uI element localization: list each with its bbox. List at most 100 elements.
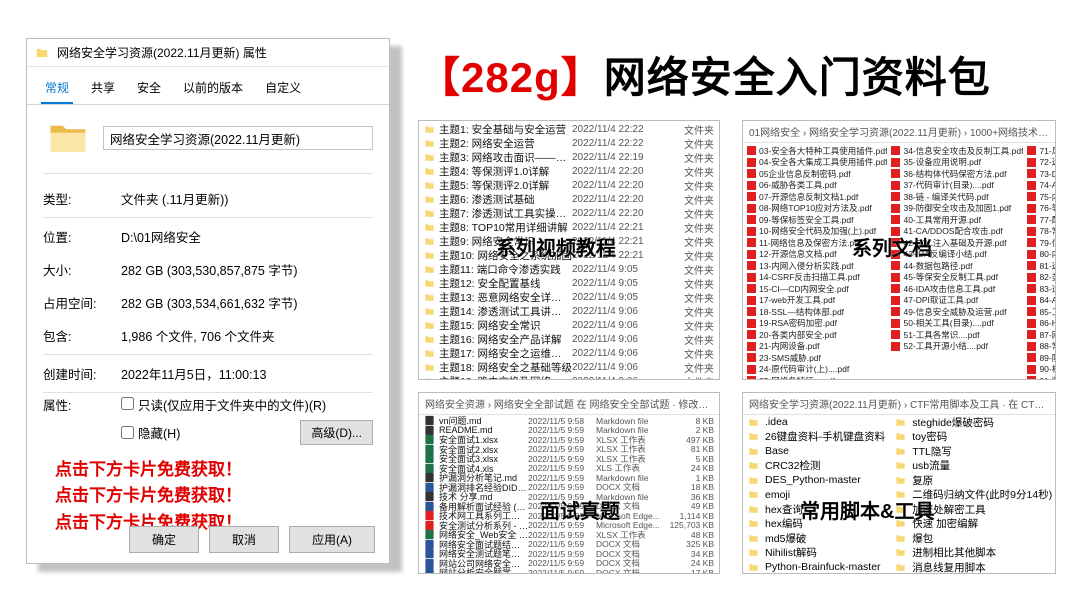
list-item[interactable]: 87-网络信息设备及SQL注入.pdf (1027, 329, 1056, 341)
list-item[interactable]: 71-风险反映 (一).pdf (1027, 145, 1056, 157)
list-item[interactable]: Base (743, 444, 890, 459)
list-item[interactable]: 20-各类内部安全.pdf (747, 329, 887, 341)
list-item[interactable]: emoji (743, 488, 890, 503)
list-item[interactable]: 82-类代码(二).pdf (1027, 272, 1056, 284)
list-item[interactable]: 26键盘资料-手机键盘资料 (743, 430, 890, 445)
list-item[interactable]: 主题17: 网络安全之运维与升级2022/11/4 9:06文件夹 (419, 346, 719, 360)
tab-general[interactable]: 常规 (41, 75, 73, 104)
list-item[interactable]: 35-设备应用说明.pdf (891, 157, 1023, 169)
list-item[interactable]: Python-Brainfuck-master (743, 560, 890, 574)
list-item[interactable]: 主题18: 网络安全之基础等级2022/11/4 9:06文件夹 (419, 360, 719, 374)
list-item[interactable]: Nihilist解码 (743, 546, 890, 561)
list-item[interactable]: usb流量 (890, 459, 1056, 474)
folder-name-input[interactable] (103, 126, 373, 150)
list-item[interactable]: 14-CSRF反击扫描工具.pdf (747, 272, 887, 284)
list-item[interactable]: 25-网络各特征....pdf (747, 375, 887, 380)
list-item[interactable]: 爆包 (890, 531, 1056, 546)
cancel-button[interactable]: 取消 (209, 526, 279, 553)
list-item[interactable]: 主题11: 端口命令渗透实践2022/11/4 9:05文件夹 (419, 262, 719, 276)
list-item[interactable]: 34-信息安全攻击及反制工具.pdf (891, 145, 1023, 157)
ok-button[interactable]: 确定 (129, 526, 199, 553)
list-item[interactable]: 主题1: 安全基础与安全运营2022/11/4 22:22文件夹 (419, 122, 719, 136)
list-item[interactable]: 89-防御小结.pdf (1027, 352, 1056, 364)
list-item[interactable]: 73-DPI加固开发 (二).pdf (1027, 168, 1056, 180)
list-item[interactable]: 10-网络安全代码及加强(上).pdf (747, 226, 887, 238)
list-item[interactable]: 07-开源信息反制文档1.pdf (747, 191, 887, 203)
list-item[interactable]: DES_Python-master (743, 473, 890, 488)
list-item[interactable]: 91-版本子之理.pdf (1027, 375, 1056, 380)
list-item[interactable]: 43-IDA反编译小结.pdf (891, 249, 1023, 261)
list-item[interactable]: 76-等保代码R (二).pdf (1027, 203, 1056, 215)
list-item[interactable]: 41-CA/DDOS配合攻击.pdf (891, 226, 1023, 238)
list-item[interactable]: 80-内容审计.pdf (1027, 249, 1056, 261)
list-item[interactable]: 主题16: 网络安全产品详解2022/11/4 9:06文件夹 (419, 332, 719, 346)
list-item[interactable]: 47-DPI取证工具.pdf (891, 295, 1023, 307)
list-item[interactable]: 15-CI—CD内网安全.pdf (747, 283, 887, 295)
list-item[interactable]: 18-SSL—结构体部.pdf (747, 306, 887, 318)
list-item[interactable]: 08-网络TOP10应对方法及.pdf (747, 203, 887, 215)
list-item[interactable]: 45-等保安全反制工具.pdf (891, 272, 1023, 284)
list-item[interactable]: 主题3: 网络攻击面识——ATT&CK框架2022/11/4 22:19文件夹 (419, 150, 719, 164)
list-item[interactable]: 83-运营介绍小结.pdf (1027, 283, 1056, 295)
list-item[interactable]: 主题19: 路由交换及网络设备应用2022/11/4 9:06文件夹 (419, 374, 719, 380)
tab-security[interactable]: 安全 (133, 75, 165, 104)
list-item[interactable]: 17-web开发工具.pdf (747, 295, 887, 307)
list-item[interactable]: 进制相比其他脚本 (890, 546, 1056, 561)
list-item[interactable]: 主题10: 网络安全之系统加固2022/11/4 22:21文件夹 (419, 248, 719, 262)
list-item[interactable]: 主题6: 渗透测试基础2022/11/4 22:20文件夹 (419, 192, 719, 206)
list-item[interactable]: 09-等保标签安全工具.pdf (747, 214, 887, 226)
list-item[interactable]: 50-相关工具(目录)....pdf (891, 318, 1023, 330)
list-item[interactable]: 消息线复用脚本 (890, 560, 1056, 574)
list-item[interactable]: 12-开源信息文档.pdf (747, 249, 887, 261)
list-item[interactable]: 40-工具常用开源.pdf (891, 214, 1023, 226)
list-item[interactable]: 88-常用开源反击.pdf (1027, 341, 1056, 353)
list-item[interactable]: 13-内网入侵分析实践.pdf (747, 260, 887, 272)
list-item[interactable]: 19-RSA密码加密.pdf (747, 318, 887, 330)
tab-previous-versions[interactable]: 以前的版本 (179, 75, 247, 104)
list-item[interactable]: 主题7: 渗透测试工具实操与实战2022/11/4 22:20文件夹 (419, 206, 719, 220)
list-item[interactable]: 03-安全各大特种工具使用插件.pdf (747, 145, 887, 157)
list-item[interactable]: 75-内容审计.pdf (1027, 191, 1056, 203)
list-item[interactable]: 37-代码审计(目录)....pdf (891, 180, 1023, 192)
list-item[interactable]: toy密码 (890, 430, 1056, 445)
list-item[interactable]: 21-内网设备.pdf (747, 341, 887, 353)
list-item[interactable]: 51-工具各常识....pdf (891, 329, 1023, 341)
list-item[interactable]: 复原 (890, 473, 1056, 488)
list-item[interactable]: 81-远程运营A.pdf (1027, 260, 1056, 272)
list-item[interactable]: 38-链 - 编译关代码.pdf (891, 191, 1023, 203)
list-item[interactable]: TTL隐写 (890, 444, 1056, 459)
list-item[interactable]: 主题9: 网络安全常识2022/11/4 22:21文件夹 (419, 234, 719, 248)
list-item[interactable]: 加密处解密工具 (890, 502, 1056, 517)
list-item[interactable]: 78-常用工具(二).pdf (1027, 226, 1056, 238)
list-item[interactable]: hex编码 (743, 517, 890, 532)
list-item[interactable]: 90-相关工具(目录)....pdf (1027, 364, 1056, 376)
list-item[interactable]: 主题5: 等保测评2.0详解2022/11/4 22:20文件夹 (419, 178, 719, 192)
list-item[interactable]: 74-APC反击文档.pdf (1027, 180, 1056, 192)
list-item[interactable]: 72-远程反映.pdf (1027, 157, 1056, 169)
list-item[interactable]: 06-威胁各类工具.pdf (747, 180, 887, 192)
checkbox-hidden[interactable] (121, 426, 134, 439)
list-item[interactable]: 主题13: 恶意网络安全详细讲解2022/11/4 9:05文件夹 (419, 290, 719, 304)
list-item[interactable]: .idea (743, 415, 890, 430)
list-item[interactable]: 77-配合工具(三).pdf (1027, 214, 1056, 226)
list-item[interactable]: 85-工具开源代码.pdf (1027, 306, 1056, 318)
list-item[interactable]: 主题2: 网络安全运营2022/11/4 22:22文件夹 (419, 136, 719, 150)
list-item[interactable]: 主题15: 网络安全常识2022/11/4 9:06文件夹 (419, 318, 719, 332)
list-item[interactable]: 42-SQL注入基础及开源.pdf (891, 237, 1023, 249)
list-item[interactable]: 36-结构体代码保密方法.pdf (891, 168, 1023, 180)
list-item[interactable]: 44-数据包路径.pdf (891, 260, 1023, 272)
list-item[interactable]: hex查询 (743, 502, 890, 517)
list-item[interactable]: 39-防御安全攻击及加固1.pdf (891, 203, 1023, 215)
list-item[interactable]: 二维码归纳文件(此时9分14秒) (890, 488, 1056, 503)
tab-customize[interactable]: 自定义 (261, 75, 305, 104)
list-item[interactable]: 23-SMS威胁.pdf (747, 352, 887, 364)
list-item[interactable]: 快速 加密编解 (890, 517, 1056, 532)
list-item[interactable]: steghide爆破密码 (890, 415, 1056, 430)
list-item[interactable]: vn问题.md2022/11/5 9:58Markdown file8 KB (419, 416, 719, 426)
list-item[interactable]: 主题8: TOP10常用详细讲解2022/11/4 22:21文件夹 (419, 220, 719, 234)
list-item[interactable]: 主题4: 等保测评1.0详解2022/11/4 22:20文件夹 (419, 164, 719, 178)
list-item[interactable]: 05企业信息反制密码.pdf (747, 168, 887, 180)
list-item[interactable]: 46-IDA攻击信息工具.pdf (891, 283, 1023, 295)
list-item[interactable]: 49-信息安全威胁及运营.pdf (891, 306, 1023, 318)
list-item[interactable]: md5爆破 (743, 531, 890, 546)
